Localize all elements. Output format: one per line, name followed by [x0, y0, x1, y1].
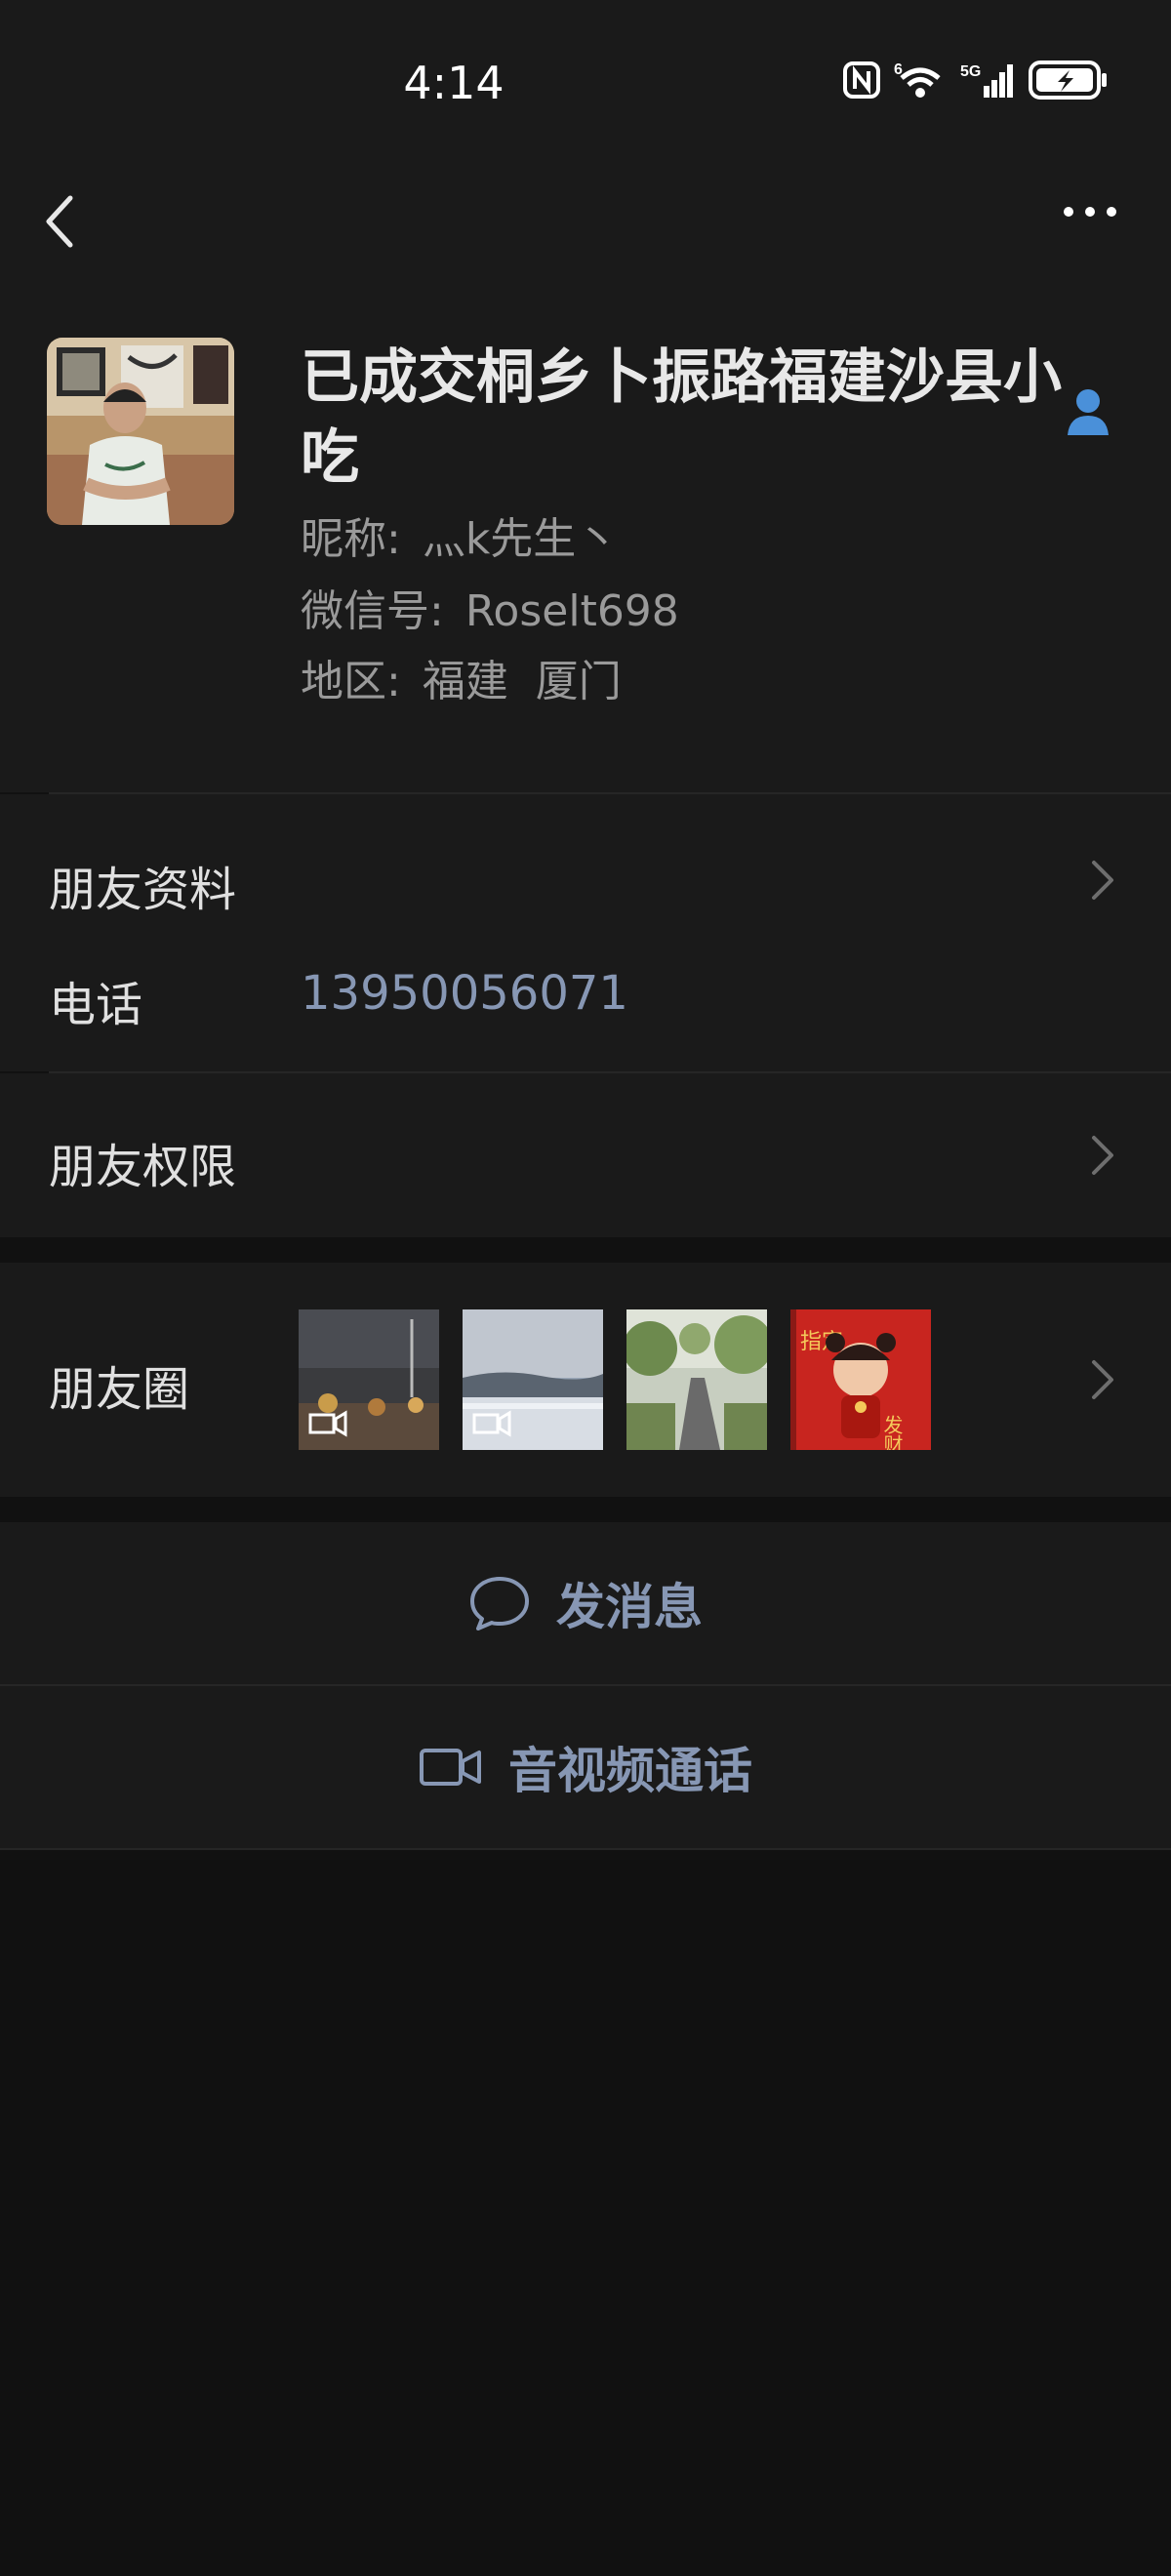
- more-button[interactable]: [1064, 207, 1116, 217]
- chevron-right-icon: [1092, 1360, 1113, 1399]
- send-message-button[interactable]: 发消息: [0, 1522, 1171, 1684]
- video-camera-icon: [420, 1749, 481, 1786]
- wechat-id-value: Roselt698: [464, 586, 679, 636]
- moments-thumbnail-2[interactable]: [463, 1309, 603, 1450]
- chat-bubble-icon: [470, 1577, 529, 1630]
- chevron-right-icon: [1092, 1136, 1113, 1175]
- wifi-icon: 6: [894, 61, 941, 98]
- more-icon-dot: [1107, 207, 1116, 217]
- more-icon: [1064, 207, 1073, 217]
- av-call-label: 音视频通话: [508, 1743, 752, 1799]
- battery-charging-icon: [1029, 60, 1107, 100]
- display-name: 已成交桐乡卜振路福建沙县小吃: [301, 343, 1062, 492]
- divider: [0, 1848, 1171, 1850]
- back-button[interactable]: [39, 190, 82, 253]
- friend-permissions-label: 朋友权限: [49, 1140, 237, 1194]
- moments-thumbnail-3[interactable]: [626, 1309, 767, 1450]
- av-call-button[interactable]: 音视频通话: [0, 1686, 1171, 1848]
- avatar-photo: [47, 338, 234, 525]
- status-icons: 6 5G: [843, 60, 1109, 100]
- send-message-label: 发消息: [556, 1579, 703, 1635]
- nickname-value: 灬k先生丶: [422, 514, 620, 564]
- more-icon-dot: [1085, 207, 1095, 217]
- moments-thumbnail-1[interactable]: [299, 1309, 439, 1450]
- top-navigation: [0, 166, 1171, 283]
- friend-info-label: 朋友资料: [49, 863, 237, 917]
- wechat-id-line: 微信号: Roselt698: [301, 576, 679, 638]
- svg-text:发财: 发财: [880, 1415, 904, 1450]
- avatar[interactable]: [47, 338, 234, 525]
- status-time: 4:14: [403, 57, 505, 109]
- moments-thumbnail-4[interactable]: 指定 发财: [790, 1309, 931, 1450]
- nickname-label: 昵称:: [301, 514, 401, 564]
- contact-icon: [1066, 386, 1110, 437]
- phone-label: 电话: [49, 978, 143, 1032]
- wechat-id-label: 微信号:: [301, 586, 444, 636]
- moments-label: 朋友圈: [49, 1362, 190, 1417]
- region-value: 福建 厦门: [422, 657, 622, 706]
- back-arrow-icon: [46, 195, 73, 248]
- svg-text:5G: 5G: [960, 63, 981, 80]
- nfc-icon: [843, 61, 880, 99]
- cellular-signal-icon: 5G: [960, 63, 1013, 98]
- nickname-line: 昵称: 灬k先生丶: [301, 503, 619, 566]
- region-line: 地区: 福建 厦门: [301, 646, 622, 708]
- chevron-right-icon: [1092, 861, 1113, 900]
- phone-number[interactable]: 13950056071: [301, 966, 628, 1021]
- region-label: 地区:: [301, 657, 401, 706]
